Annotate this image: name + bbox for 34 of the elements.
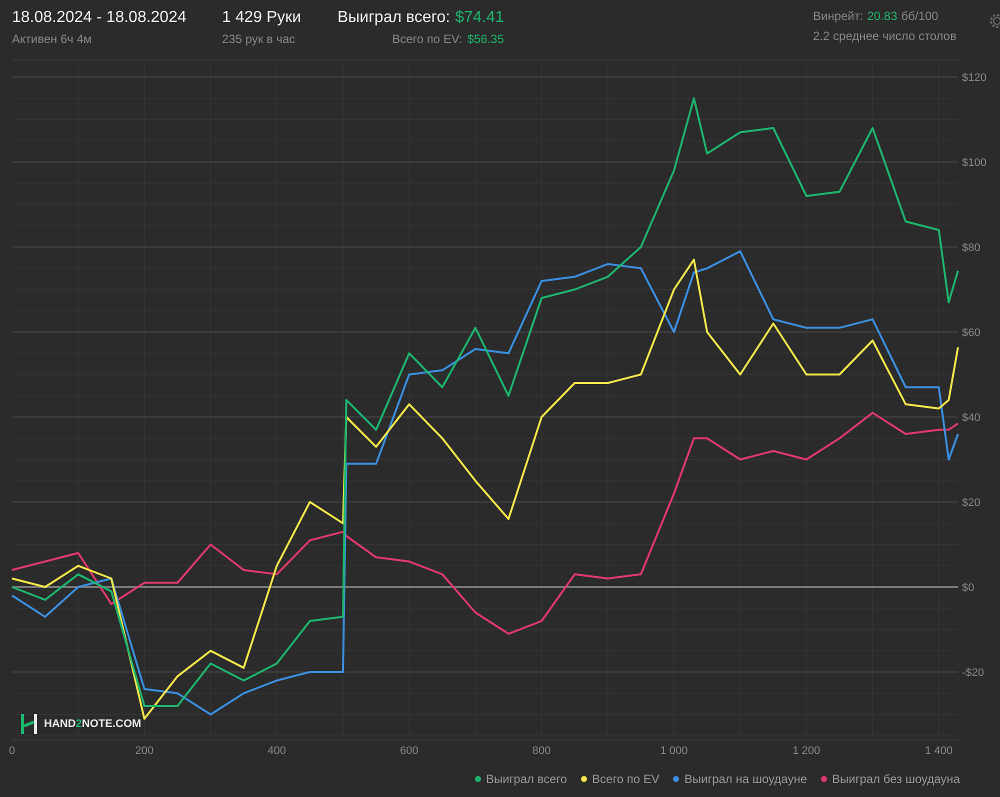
- x-tick-label: 0: [8, 745, 16, 757]
- logo-text: HAND2NOTE.COM: [44, 718, 142, 730]
- hands-count: 1 429 Руки: [222, 9, 302, 27]
- y-tick-label: $100: [962, 157, 986, 169]
- x-tick-label: 800: [532, 745, 551, 757]
- logo-icon: [20, 714, 38, 734]
- x-tick-label: 400: [268, 745, 286, 757]
- hands-per-hour: 235 рук в час: [222, 32, 296, 46]
- winrate-label: Винрейт:: [813, 9, 864, 23]
- active-time: Активен 6ч 4м: [12, 32, 93, 46]
- legend-label[interactable]: Всего по EV: [592, 772, 660, 786]
- legend-label[interactable]: Выиграл всего: [486, 772, 568, 786]
- y-tick-label: $0: [962, 582, 974, 594]
- x-tick-label: 1 400: [925, 745, 953, 757]
- legend-label[interactable]: Выиграл без шоудауна: [832, 772, 960, 786]
- y-tick-label: -$20: [962, 667, 984, 679]
- ev-value: $56.35: [467, 32, 504, 46]
- avg-tables: 2.2 среднее число столов: [813, 29, 956, 43]
- winrate-unit: бб/100: [901, 9, 938, 23]
- y-tick-label: $20: [962, 497, 980, 509]
- y-tick-label: $80: [962, 242, 980, 254]
- x-tick-label: 200: [135, 745, 154, 757]
- winrate-value: 20.83: [867, 9, 898, 23]
- won-total-label: Выиграл всего:: [337, 9, 450, 27]
- won-total-value: $74.41: [455, 9, 504, 27]
- ev-label: Всего по EV:: [392, 32, 462, 46]
- legend-label[interactable]: Выиграл на шоудауне: [684, 772, 807, 786]
- y-tick-label: $40: [962, 412, 980, 424]
- y-tick-label: $120: [962, 72, 986, 84]
- y-tick-label: $60: [962, 327, 980, 339]
- x-tick-label: 1 200: [792, 745, 820, 757]
- date-range: 18.08.2024 - 18.08.2024: [12, 9, 188, 27]
- x-tick-label: 1 000: [660, 745, 688, 757]
- x-tick-label: 600: [400, 745, 418, 757]
